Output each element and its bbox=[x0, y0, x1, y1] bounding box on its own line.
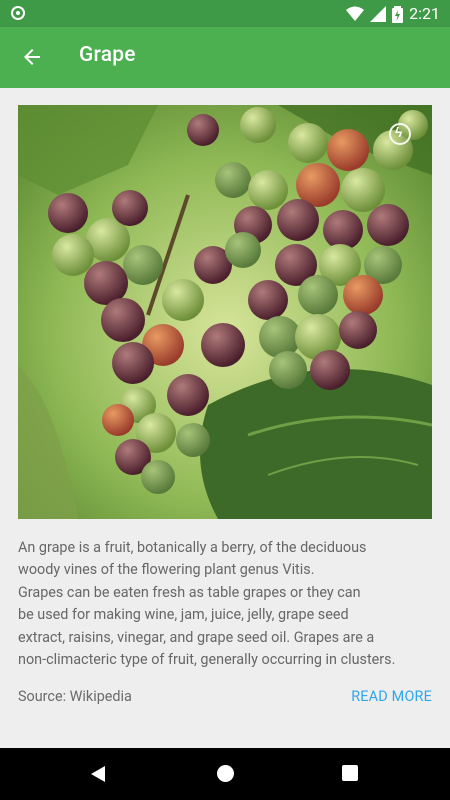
back-icon[interactable] bbox=[91, 766, 105, 782]
signal-icon bbox=[370, 5, 387, 22]
back-arrow-icon[interactable] bbox=[20, 45, 44, 69]
grape-illustration bbox=[18, 105, 432, 519]
status-icons: 2:21 bbox=[346, 3, 440, 24]
wifi-icon bbox=[346, 6, 365, 21]
home-icon[interactable] bbox=[217, 765, 234, 782]
recents-icon[interactable] bbox=[342, 765, 358, 781]
status-time: 2:21 bbox=[409, 4, 440, 23]
page-title: Grape bbox=[79, 43, 136, 67]
flash-icon bbox=[389, 123, 411, 145]
battery-icon bbox=[392, 5, 404, 23]
content-card: An grape is a fruit, botanically a berry… bbox=[0, 88, 450, 748]
app-dot-icon bbox=[11, 6, 25, 20]
grape-image bbox=[18, 105, 432, 519]
status-bar: 2:21 bbox=[0, 0, 450, 27]
read-more-button[interactable]: READ MORE bbox=[351, 688, 432, 705]
description-text: An grape is a fruit, botanically a berry… bbox=[18, 539, 396, 669]
app-bar: Grape bbox=[0, 27, 450, 88]
nav-bar bbox=[0, 748, 450, 800]
source-label: Source: Wikipedia bbox=[18, 688, 132, 705]
